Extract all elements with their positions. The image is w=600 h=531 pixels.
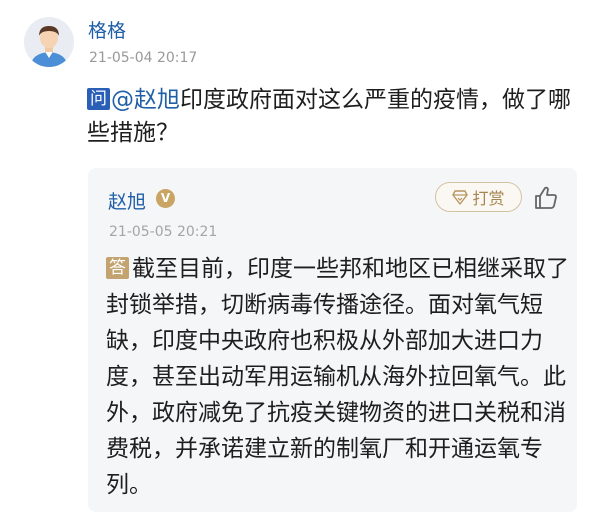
verified-badge-icon: V — [156, 189, 175, 208]
question-tag: 问 — [87, 88, 110, 110]
mention-link[interactable]: @赵旭 — [111, 87, 180, 113]
question-timestamp: 21-05-04 20:17 — [89, 50, 198, 66]
answer-timestamp: 21-05-05 20:21 — [109, 224, 218, 240]
thumbs-up-icon[interactable] — [532, 184, 560, 212]
reward-label: 打赏 — [472, 189, 505, 208]
asker-name[interactable]: 格格 — [88, 16, 126, 43]
answer-text: 截至目前，印度一些邦和地区已相继采取了封锁举措，切断病毒传播途径。面对氧气短缺，… — [106, 256, 569, 498]
avatar[interactable] — [24, 17, 74, 67]
answer-block: 答截至目前，印度一些邦和地区已相继采取了封锁举措，切断病毒传播途径。面对氧气短缺… — [106, 251, 570, 503]
reward-button[interactable]: 打赏 — [435, 182, 522, 212]
question-block: 问 @赵旭印度政府面对这么严重的疫情，做了哪些措施？ — [87, 84, 577, 150]
answer-card: 赵旭 V 打赏 21-05-05 20:21 答截至目前，印度一些邦和地区已相继… — [88, 168, 577, 512]
gem-icon — [452, 189, 469, 205]
answerer-name[interactable]: 赵旭 — [108, 187, 146, 214]
user-avatar-icon — [24, 17, 74, 67]
answer-tag: 答 — [106, 257, 129, 279]
